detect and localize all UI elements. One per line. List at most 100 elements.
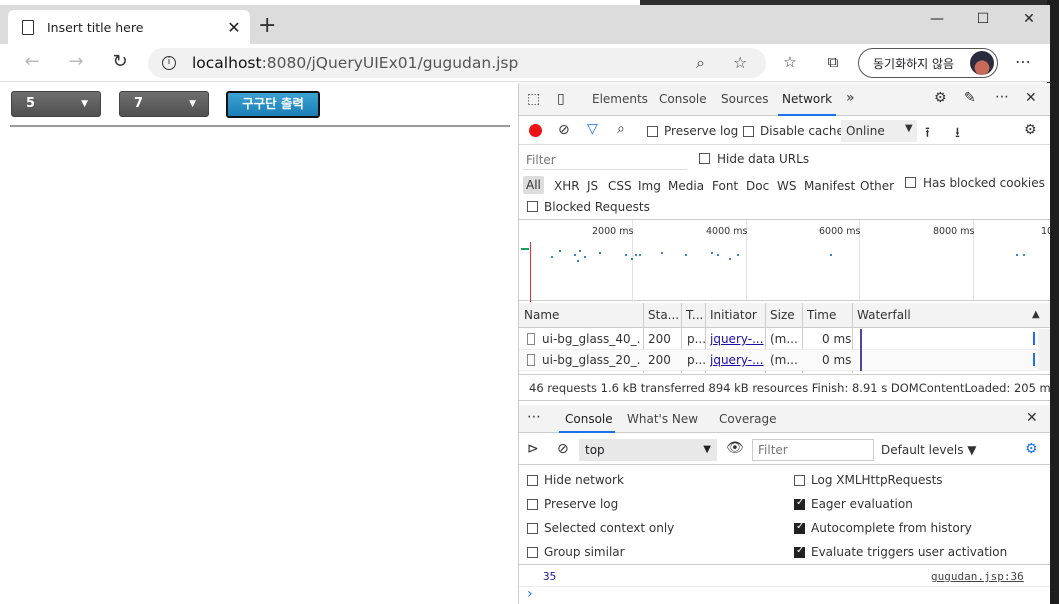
gugudan-output-button[interactable]: 구구단 출력 — [226, 91, 320, 118]
hide-network-checkbox[interactable] — [527, 475, 538, 486]
tab-console[interactable]: Console — [659, 92, 707, 106]
console-settings-icon[interactable]: ⚙ — [1025, 441, 1038, 457]
col-type[interactable]: T... — [686, 308, 703, 322]
tab-elements[interactable]: Elements — [592, 92, 648, 106]
search-icon[interactable]: ⌕ — [617, 121, 625, 137]
drawer-tab-coverage[interactable]: Coverage — [719, 412, 777, 426]
more-menu-icon[interactable]: ⋯ — [1011, 52, 1035, 74]
live-expression-eye-icon[interactable]: 👁 — [726, 440, 744, 456]
console-prompt-icon[interactable]: › — [527, 586, 533, 602]
tab-network[interactable]: Network — [782, 92, 832, 106]
console-sidebar-icon[interactable]: ⊳ — [527, 441, 539, 457]
group-similar-checkbox[interactable] — [527, 547, 538, 558]
sort-ascending-icon[interactable]: ▲ — [1032, 309, 1040, 320]
close-devtools-icon[interactable]: ✕ — [1025, 90, 1037, 106]
import-har-icon[interactable]: ⭱ — [925, 122, 930, 146]
initiator-link[interactable]: jquery-... — [710, 332, 764, 346]
col-time[interactable]: Time — [807, 308, 836, 322]
export-har-icon[interactable]: ⭳ — [955, 122, 960, 146]
autocomplete-checkbox[interactable] — [794, 521, 805, 534]
network-settings-icon[interactable]: ⚙ — [1024, 122, 1037, 138]
console-source-link[interactable]: gugudan.jsp:36 — [931, 570, 1024, 583]
requests-table-header: Name Sta... T... Initiator Size Time Wat… — [519, 303, 1050, 328]
context-select[interactable]: top ▼ — [579, 439, 717, 461]
initiator-link[interactable]: jquery-... — [710, 353, 764, 367]
col-size[interactable]: Size — [770, 308, 795, 322]
dropdown-arrow-icon: ▼ — [81, 99, 88, 109]
timeline-label: 10 — [1041, 226, 1050, 237]
type-doc[interactable]: Doc — [746, 179, 769, 193]
drawer-tab-whats-new[interactable]: What's New — [627, 412, 698, 426]
close-window-icon[interactable]: ✕ — [1006, 11, 1052, 27]
type-css[interactable]: CSS — [608, 179, 632, 193]
col-waterfall[interactable]: Waterfall — [857, 308, 911, 322]
timeline-label: 2000 ms — [592, 226, 634, 237]
filter-icon[interactable]: ▽ — [587, 121, 598, 137]
console-output-value: 35 — [543, 570, 557, 583]
sync-profile-button[interactable]: 동기화하지 않음 — [858, 48, 998, 78]
type-js[interactable]: JS — [587, 179, 598, 193]
network-timeline-overview[interactable]: 2000 ms 4000 ms 6000 ms 8000 ms 10 — [519, 219, 1050, 302]
type-manifest[interactable]: Manifest — [804, 179, 855, 193]
eager-evaluation-checkbox[interactable] — [794, 497, 805, 510]
inspect-element-icon[interactable]: ⬚ — [527, 91, 540, 107]
blocked-requests-checkbox[interactable] — [527, 201, 538, 212]
console-filter-input[interactable]: Filter — [752, 439, 874, 461]
clear-icon[interactable]: ⊘ — [558, 122, 570, 138]
hide-data-urls-checkbox[interactable] — [699, 153, 710, 164]
new-tab-button[interactable]: + — [258, 15, 276, 37]
close-tab-icon[interactable]: ✕ — [224, 18, 244, 37]
sync-label: 동기화하지 않음 — [873, 56, 955, 71]
has-blocked-cookies-checkbox[interactable] — [905, 177, 916, 188]
table-row[interactable]: ui-bg_glass_20_... 200 p... jquery-... (… — [519, 350, 1050, 371]
minimize-icon[interactable]: — — [914, 11, 960, 27]
type-ws[interactable]: WS — [777, 179, 796, 193]
evaluate-triggers-checkbox[interactable] — [794, 545, 805, 558]
devtools-more-icon[interactable]: ⋯ — [995, 89, 1009, 105]
maximize-icon[interactable]: ☐ — [960, 11, 1006, 27]
settings-gear-icon[interactable]: ⚙ — [934, 90, 947, 106]
refresh-icon[interactable]: ↻ — [108, 52, 132, 74]
more-tabs-icon[interactable]: » — [846, 90, 855, 106]
col-name[interactable]: Name — [524, 308, 559, 322]
log-levels-select[interactable]: Default levels ▼ — [881, 443, 977, 457]
type-font[interactable]: Font — [712, 179, 738, 193]
browser-tab[interactable]: Insert title here ✕ — [8, 10, 250, 44]
feedback-icon[interactable]: ✎ — [964, 90, 976, 106]
log-xhr-checkbox[interactable] — [794, 475, 805, 486]
dan-select-1[interactable]: 5 ▼ — [11, 91, 101, 117]
tab-sources[interactable]: Sources — [721, 92, 768, 106]
drawer-tab-console[interactable]: Console — [565, 412, 613, 426]
record-icon[interactable] — [529, 124, 542, 137]
dan-select-2[interactable]: 7 ▼ — [119, 91, 209, 117]
col-initiator[interactable]: Initiator — [710, 308, 757, 322]
load-event-marker — [530, 242, 531, 302]
type-other[interactable]: Other — [860, 179, 894, 193]
back-icon[interactable]: ← — [20, 52, 44, 74]
type-img[interactable]: Img — [638, 179, 661, 193]
network-filter-input[interactable]: Filter — [523, 150, 687, 170]
close-drawer-icon[interactable]: ✕ — [1026, 410, 1038, 426]
throttling-select[interactable]: Online ▼ — [841, 120, 917, 142]
favorites-icon[interactable]: ☆ — [778, 52, 802, 74]
device-toolbar-icon[interactable]: ▯ — [557, 91, 565, 107]
table-row[interactable]: ui-bg_glass_40_... 200 p... jquery-... (… — [519, 329, 1050, 350]
info-icon[interactable]: i — [162, 56, 176, 70]
address-bar[interactable]: i localhost:8080/jQueryUIEx01/gugudan.js… — [148, 48, 766, 78]
selected-context-only-checkbox[interactable] — [527, 523, 538, 534]
favorite-star-icon[interactable]: ☆ — [733, 53, 747, 72]
clear-console-icon[interactable]: ⊘ — [557, 441, 569, 457]
console-preserve-log-checkbox[interactable] — [527, 499, 538, 510]
table-scrollbar[interactable] — [1038, 329, 1050, 371]
preserve-log-checkbox[interactable] — [647, 126, 658, 137]
type-xhr[interactable]: XHR — [554, 179, 580, 193]
drawer-menu-icon[interactable]: ⋯ — [527, 409, 541, 425]
type-all[interactable]: All — [523, 176, 544, 194]
chevron-down-icon: ▼ — [703, 444, 711, 455]
forward-icon[interactable]: → — [64, 52, 88, 74]
type-media[interactable]: Media — [668, 179, 704, 193]
zoom-icon[interactable]: ⌕ — [696, 53, 705, 73]
disable-cache-checkbox[interactable] — [743, 126, 754, 137]
collections-icon[interactable]: ⧉ — [821, 52, 845, 74]
col-status[interactable]: Sta... — [648, 308, 679, 322]
